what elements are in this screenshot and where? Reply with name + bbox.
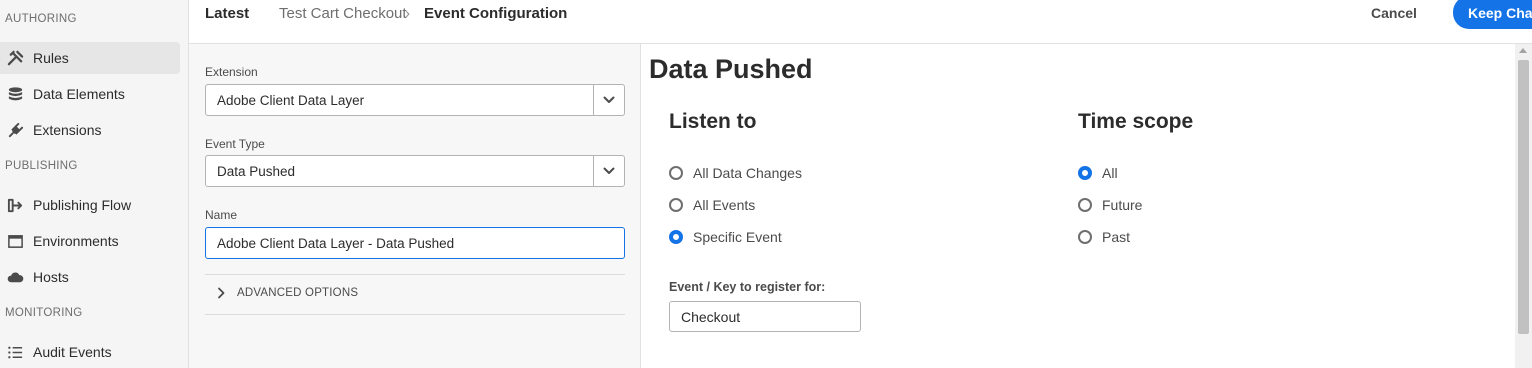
breadcrumb-separator: ›: [405, 5, 410, 22]
scrollbar[interactable]: [1515, 44, 1532, 368]
list-icon: [6, 343, 24, 361]
time-scope-title: Time scope: [1078, 110, 1194, 133]
sidebar-section-authoring: AUTHORING: [5, 13, 77, 25]
radio-circle[interactable]: [1078, 198, 1092, 212]
sidebar-item-rules[interactable]: Rules: [0, 42, 180, 74]
event-type-select[interactable]: Data Pushed: [205, 155, 625, 187]
chevron-right-icon: [218, 287, 225, 299]
cloud-icon: [6, 268, 24, 286]
radio-label: Future: [1102, 197, 1143, 213]
event-config-panel: Data Pushed Listen to All Data Changes A…: [641, 44, 1515, 368]
chevron-down-icon[interactable]: [593, 156, 624, 186]
database-icon: [6, 85, 24, 103]
cancel-button[interactable]: Cancel: [1371, 5, 1417, 21]
radio-circle-selected[interactable]: [1078, 166, 1092, 180]
keep-changes-button[interactable]: Keep Changes: [1453, 0, 1532, 29]
sidebar-item-data-elements[interactable]: Data Elements: [0, 78, 180, 110]
radio-label: All: [1102, 165, 1118, 181]
event-form-panel: Extension Adobe Client Data Layer Event …: [189, 44, 641, 368]
sidebar-item-label: Rules: [33, 50, 69, 66]
sidebar-item-hosts[interactable]: Hosts: [0, 261, 180, 293]
radio-circle[interactable]: [669, 166, 683, 180]
sidebar-section-publishing: PUBLISHING: [5, 160, 78, 172]
name-label: Name: [205, 208, 238, 222]
radio-circle[interactable]: [669, 198, 683, 212]
sidebar-item-label: Hosts: [33, 269, 69, 285]
event-key-label: Event / Key to register for:: [669, 280, 826, 294]
top-header: Latest Test Cart Checkout › Event Config…: [189, 0, 1532, 44]
latest-label: Latest: [205, 5, 250, 22]
radio-all-data-changes[interactable]: All Data Changes: [669, 165, 802, 181]
advanced-options-toggle[interactable]: ADVANCED OPTIONS: [217, 287, 358, 299]
event-key-input[interactable]: [669, 301, 861, 332]
extension-value: Adobe Client Data Layer: [217, 92, 365, 108]
name-input[interactable]: [205, 227, 625, 259]
window-icon: [6, 232, 24, 250]
radio-all-events[interactable]: All Events: [669, 197, 755, 213]
scroll-thumb[interactable]: [1518, 60, 1529, 334]
page-title: Data Pushed: [649, 54, 813, 84]
radio-specific-event[interactable]: Specific Event: [669, 229, 782, 245]
radio-label: Specific Event: [693, 229, 782, 245]
divider: [205, 314, 625, 315]
rules-icon: [6, 49, 24, 67]
sidebar-section-monitoring: MONITORING: [5, 307, 83, 319]
divider: [205, 274, 625, 275]
radio-label: Past: [1102, 229, 1131, 245]
extension-label: Extension: [205, 65, 258, 79]
plug-icon: [6, 121, 24, 139]
advanced-options-label: ADVANCED OPTIONS: [237, 287, 359, 299]
sidebar-item-label: Data Elements: [33, 86, 125, 102]
breadcrumb-rule[interactable]: Test Cart Checkout: [279, 5, 407, 22]
scroll-up-arrow-icon[interactable]: [1519, 48, 1527, 53]
sidebar: AUTHORING Rules Data Elements Extensions…: [0, 0, 189, 368]
event-type-label: Event Type: [205, 137, 265, 151]
radio-label: All Data Changes: [693, 165, 802, 181]
sidebar-item-label: Audit Events: [33, 344, 112, 360]
extension-select[interactable]: Adobe Client Data Layer: [205, 84, 625, 116]
radio-circle[interactable]: [1078, 230, 1092, 244]
event-type-value: Data Pushed: [217, 163, 296, 179]
sidebar-item-label: Publishing Flow: [33, 197, 132, 213]
breadcrumb-current: Event Configuration: [424, 5, 568, 22]
radio-time-future[interactable]: Future: [1078, 197, 1142, 213]
publishing-flow-icon: [6, 196, 24, 214]
radio-circle-selected[interactable]: [669, 230, 683, 244]
sidebar-item-label: Extensions: [33, 122, 102, 138]
sidebar-item-audit-events[interactable]: Audit Events: [0, 336, 180, 368]
radio-time-all[interactable]: All: [1078, 165, 1118, 181]
chevron-down-icon[interactable]: [593, 85, 624, 115]
sidebar-item-environments[interactable]: Environments: [0, 225, 180, 257]
sidebar-item-label: Environments: [33, 233, 119, 249]
radio-label: All Events: [693, 197, 756, 213]
sidebar-item-publishing-flow[interactable]: Publishing Flow: [0, 189, 180, 221]
listen-to-title: Listen to: [669, 110, 757, 133]
sidebar-item-extensions[interactable]: Extensions: [0, 114, 180, 146]
radio-time-past[interactable]: Past: [1078, 229, 1130, 245]
